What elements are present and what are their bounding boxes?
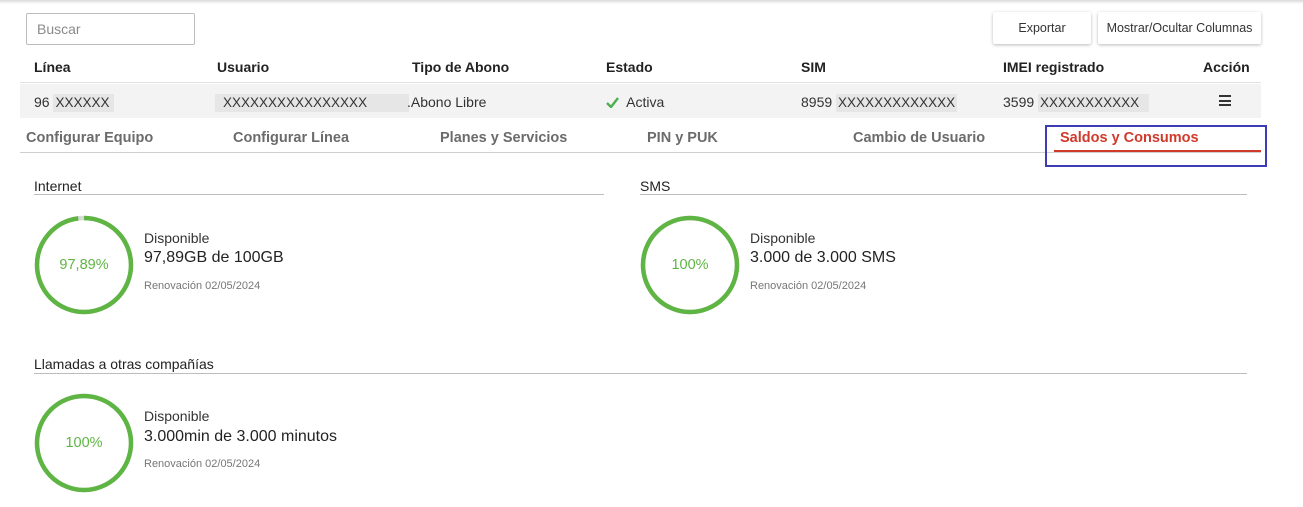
toggle-columns-button[interactable]: Mostrar/Ocultar Columnas	[1098, 12, 1261, 44]
gauge-percent-label: 100%	[65, 435, 103, 451]
row-menu-icon[interactable]	[1219, 95, 1231, 106]
gauge-calls: 100%	[34, 393, 134, 493]
cell-line: 96 XXXXXX	[34, 94, 114, 112]
available-label: Disponible	[750, 230, 816, 246]
tab-change-user[interactable]: Cambio de Usuario	[853, 130, 985, 146]
search-input[interactable]	[26, 13, 195, 45]
gauge-percent-label: 100%	[671, 257, 709, 273]
gauge-internet: 97,89%	[34, 215, 134, 315]
gauge-percent-label: 97,89%	[59, 257, 109, 273]
sim-prefix: 8959	[801, 94, 833, 110]
tab-balances-usage[interactable]: Saldos y Consumos	[1060, 130, 1199, 146]
available-label: Disponible	[144, 230, 210, 246]
tab-bar: Configurar Equipo Configurar Línea Plane…	[20, 118, 1261, 153]
amount-label: 3.000 de 3.000 SMS	[750, 249, 896, 266]
imei-prefix: 3599	[1003, 94, 1035, 110]
line-prefix: 96	[34, 94, 50, 110]
column-header-line[interactable]: Línea	[34, 59, 71, 75]
top-shadow	[0, 0, 1303, 4]
section-title-internet: Internet	[34, 178, 82, 194]
section-divider	[640, 194, 1247, 195]
column-header-status[interactable]: Estado	[606, 59, 653, 75]
cell-sim: 8959 XXXXXXXXXXXXX	[801, 94, 958, 112]
tab-configure-device[interactable]: Configurar Equipo	[26, 130, 153, 146]
imei-masked: XXXXXXXXXXX	[1038, 94, 1150, 112]
tab-configure-line[interactable]: Configurar Línea	[233, 130, 349, 146]
table-header: Línea Usuario Tipo de Abono Estado SIM I…	[20, 50, 1261, 83]
renewal-label: Renovación 02/05/2024	[144, 280, 261, 292]
status-label: Activa	[626, 94, 665, 110]
table-row[interactable]: 96 XXXXXX XXXXXXXXXXXXXXXX .Abono Libre …	[20, 84, 1261, 118]
sim-masked: XXXXXXXXXXXXX	[836, 94, 958, 112]
section-title-sms: SMS	[640, 178, 671, 194]
tab-plans-services[interactable]: Planes y Servicios	[440, 130, 567, 146]
section-title-calls: Llamadas a otras compañías	[34, 356, 214, 372]
column-header-user[interactable]: Usuario	[217, 59, 269, 75]
renewal-label: Renovación 02/05/2024	[750, 280, 867, 292]
section-divider	[34, 194, 604, 195]
renewal-label: Renovación 02/05/2024	[144, 458, 261, 470]
tab-pin-puk[interactable]: PIN y PUK	[647, 130, 718, 146]
cell-user: XXXXXXXXXXXXXXXX	[215, 94, 409, 112]
user-masked: XXXXXXXXXXXXXXXX	[215, 94, 409, 112]
line-masked: XXXXXX	[53, 94, 114, 112]
column-header-sim[interactable]: SIM	[801, 59, 826, 75]
cell-imei: 3599 XXXXXXXXXXX	[1003, 94, 1150, 112]
amount-label: 3.000min de 3.000 minutos	[144, 428, 338, 445]
section-divider	[34, 373, 1247, 374]
active-tab-indicator	[1054, 150, 1261, 152]
column-header-plan[interactable]: Tipo de Abono	[412, 59, 509, 75]
column-header-imei[interactable]: IMEI registrado	[1003, 59, 1104, 75]
cell-status: Activa	[606, 94, 664, 110]
cell-plan: .Abono Libre	[407, 94, 487, 110]
gauge-sms: 100%	[640, 215, 740, 315]
export-button[interactable]: Exportar	[993, 12, 1091, 44]
check-icon	[606, 97, 619, 108]
available-label: Disponible	[144, 408, 210, 424]
amount-label: 97,89GB de 100GB	[144, 249, 284, 266]
column-header-action: Acción	[1203, 59, 1250, 75]
